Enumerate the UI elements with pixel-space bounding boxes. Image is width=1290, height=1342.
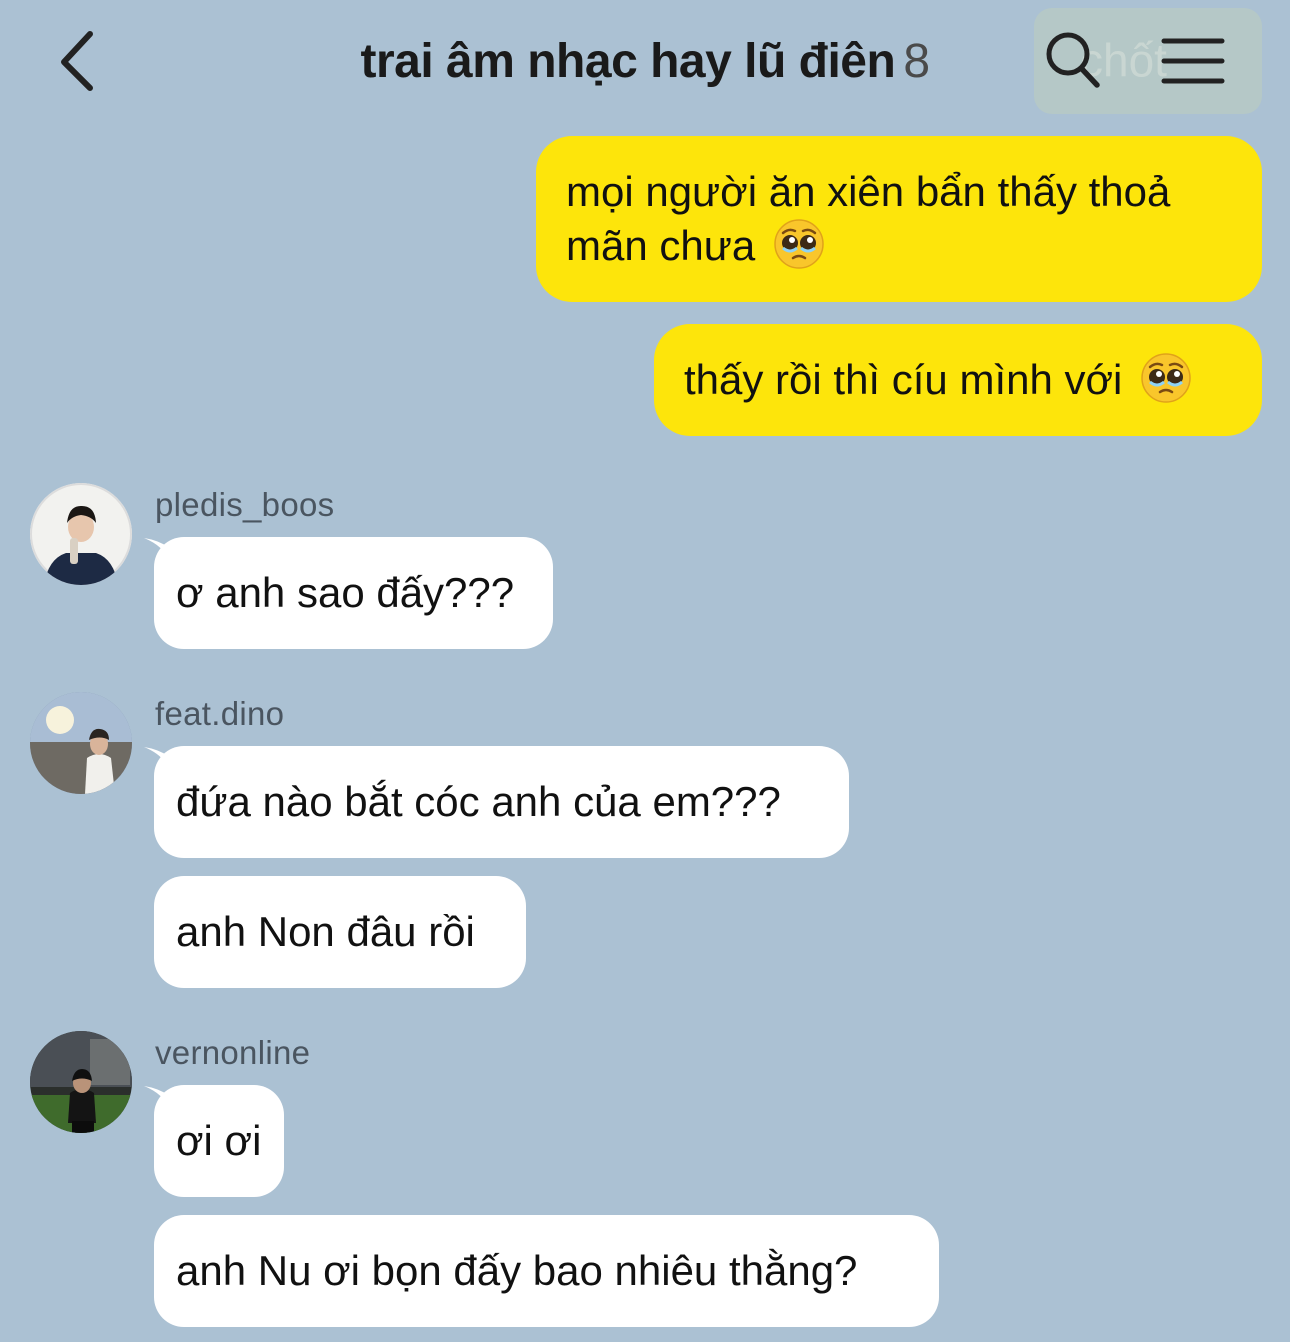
message-text: mọi người ăn xiên bẩn thấy thoả (566, 168, 1171, 215)
profile-photo (30, 1031, 132, 1133)
search-icon (1046, 32, 1100, 88)
chat-title: trai âm nhạc hay lũ điên (360, 35, 896, 88)
outgoing-message[interactable]: thấy rồi thì cíu mình với (654, 324, 1262, 436)
chat-header: chốt trai âm nhạc hay lũ điên 8 (0, 0, 1290, 125)
profile-photo (30, 692, 132, 794)
message-text: ơi ơi (176, 1117, 262, 1164)
menu-icon (1161, 38, 1225, 84)
message-text: ơ anh sao đấy??? (176, 569, 515, 616)
avatar-pledis-boos[interactable] (30, 483, 132, 585)
incoming-message[interactable]: anh Nu ơi bọn đấy bao nhiêu thằng? (154, 1215, 939, 1327)
incoming-message[interactable]: ơi ơi (154, 1085, 284, 1197)
incoming-message[interactable]: anh Non đâu rồi (154, 876, 526, 988)
avatar-vernonline[interactable] (30, 1031, 132, 1133)
sender-name: pledis_boos (155, 486, 335, 523)
avatar-feat-dino[interactable] (30, 692, 132, 794)
message-text: anh Non đâu rồi (176, 908, 475, 955)
profile-photo (30, 483, 132, 585)
message-text: đứa nào bắt cóc anh của em??? (176, 778, 781, 825)
pleading-face-icon (774, 219, 824, 269)
sender-name: feat.dino (155, 695, 285, 732)
message-text: mãn chưa (566, 222, 756, 269)
message-text: thấy rồi thì cíu mình với (684, 356, 1123, 403)
incoming-message[interactable]: ơ anh sao đấy??? (154, 537, 553, 649)
sender-name: vernonline (155, 1034, 311, 1071)
incoming-message[interactable]: đứa nào bắt cóc anh của em??? (154, 746, 849, 858)
search-button[interactable] (1042, 28, 1102, 92)
outgoing-message[interactable]: mọi người ăn xiên bẩn thấy thoả mãn chưa (536, 136, 1262, 302)
message-text-line: mãn chưa (566, 218, 1234, 272)
message-text: anh Nu ơi bọn đấy bao nhiêu thằng? (176, 1247, 858, 1294)
member-count: 8 (903, 35, 930, 88)
pleading-face-icon (1141, 353, 1191, 403)
menu-button[interactable] (1160, 36, 1226, 86)
